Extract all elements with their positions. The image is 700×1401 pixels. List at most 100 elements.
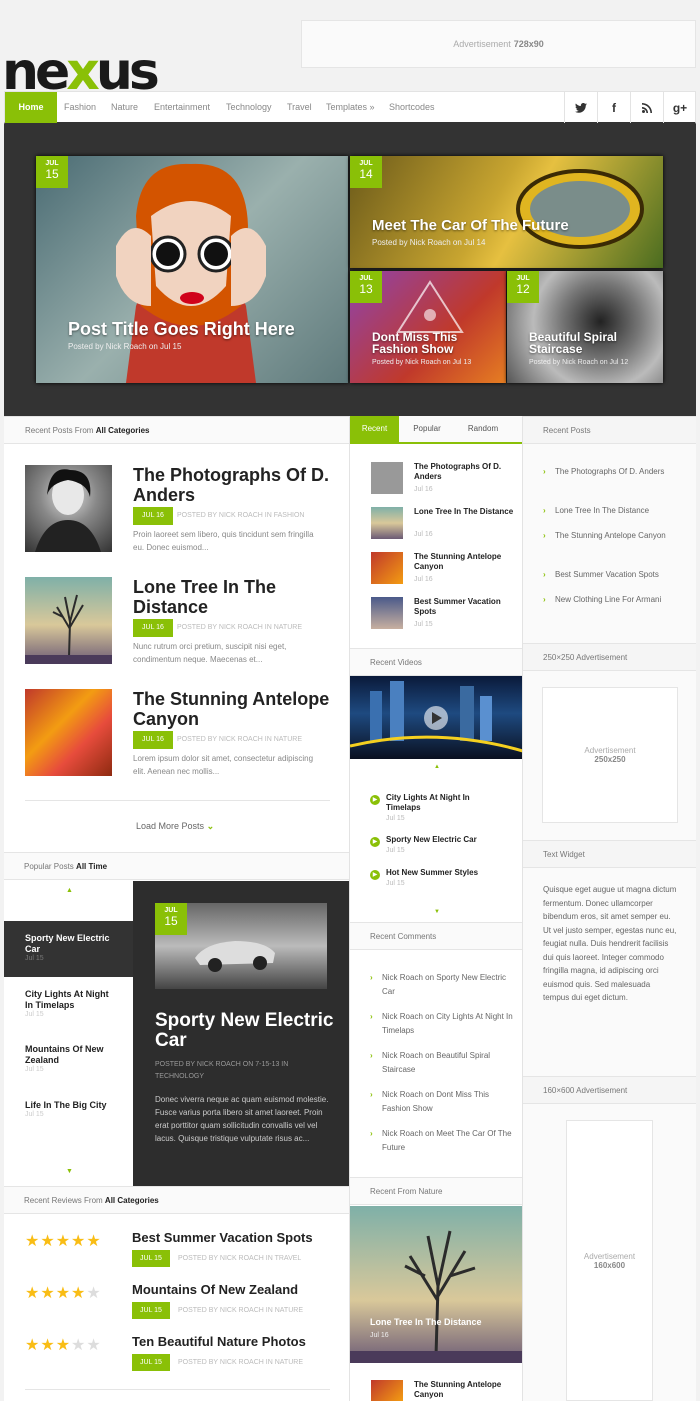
rating-stars: ★★★★★ [25, 1233, 102, 1250]
text-widget-content: Quisque eget augue ut magna dictum ferme… [543, 885, 677, 1002]
google-plus-icon[interactable]: g+ [663, 92, 696, 123]
featured-title[interactable]: Sporty New Electric Car [155, 1011, 335, 1051]
nav-templates[interactable]: Templates » [326, 92, 375, 123]
car-mirror-photo [516, 169, 644, 249]
nature-featured-title[interactable]: Lone Tree In The Distance [370, 1317, 482, 1327]
featured-slider: JUL 15 Post Title Goes Right Here Posted … [4, 124, 696, 416]
nav-travel[interactable]: Travel [287, 92, 312, 123]
nav-entertainment[interactable]: Entertainment [154, 92, 210, 123]
slide-date: JUL 15 [36, 156, 68, 188]
post-byline: POSTED BY NICK ROACH IN NATURE [177, 736, 302, 743]
featured-meta: POSTED BY NICK ROACH ON 7-15-13 IN TECHN… [155, 1061, 289, 1080]
nav-fashion[interactable]: Fashion [64, 92, 96, 123]
popular-item[interactable]: Sporty New Electric Car Jul 15 [25, 933, 115, 962]
site-logo[interactable]: nexus [2, 46, 160, 98]
scroll-up-icon[interactable]: ▲ [434, 764, 440, 770]
post-byline: POSTED BY NICK ROACH IN FASHION [177, 512, 305, 519]
review-title[interactable]: Ten Beautiful Nature Photos [132, 1334, 332, 1349]
popular-item[interactable]: City Lights At Night In Timelaps Jul 15 [25, 989, 115, 1018]
tab-recent[interactable]: Recent [350, 416, 399, 442]
nav-shortcodes[interactable]: Shortcodes [389, 92, 435, 123]
popular-item[interactable]: Mountains Of New Zealand Jul 15 [25, 1044, 115, 1073]
main-navigation: Home Fashion Nature Entertainment Techno… [4, 91, 696, 124]
tab-post[interactable]: Lone Tree In The Distance Jul 16 [371, 507, 513, 543]
slide-meta: Posted by Nick Roach on Jul 13 [372, 359, 472, 366]
post-thumbnail [371, 462, 403, 494]
sidebar-recent-item[interactable]: New Clothing Line For Armani [543, 593, 683, 607]
slide-staircase[interactable]: JUL 12 Beautiful Spiral Staircase Posted … [507, 271, 663, 383]
twitter-icon[interactable] [564, 92, 597, 123]
tab-post[interactable]: The Stunning Antelope Canyon Jul 16 [371, 552, 511, 588]
scroll-up-icon[interactable]: ▲ [66, 887, 73, 894]
nav-technology[interactable]: Technology [226, 92, 272, 123]
post-item: Lone Tree In The Distance JUL 16 POSTED … [25, 577, 330, 667]
post-thumbnail[interactable] [25, 689, 112, 776]
top-advertisement[interactable]: Advertisement 728x90 [301, 20, 696, 68]
slide-meta: Posted by Nick Roach on Jul 12 [529, 359, 629, 366]
comment-item[interactable]: Nick Roach on Sporty New Electric Car [370, 971, 515, 999]
rss-icon[interactable] [630, 92, 663, 123]
nature-featured-date: Jul 16 [370, 1332, 389, 1339]
comment-item[interactable]: Nick Roach on Beautiful Spiral Staircase [370, 1049, 515, 1077]
sidebar: Recent Posts The Photographs Of D. Ander… [522, 416, 696, 1401]
divider [25, 800, 330, 801]
comment-item[interactable]: Nick Roach on Meet The Car Of The Future [370, 1127, 515, 1155]
sidebar-recent-item[interactable]: The Stunning Antelope Canyon [543, 529, 683, 543]
popular-list: ▲ Sporty New Electric Car Jul 15 City Lig… [4, 881, 133, 1186]
slide-title[interactable]: Meet The Car Of The Future [372, 218, 569, 233]
post-title[interactable]: The Stunning Antelope Canyon [133, 689, 333, 729]
comment-item[interactable]: Nick Roach on Dont Miss This Fashion Sho… [370, 1088, 515, 1116]
chevron-down-icon: ⌄ [206, 821, 215, 831]
post-thumbnail[interactable] [25, 577, 112, 664]
featured-excerpt: Donec viverra neque ac quam euismod mole… [155, 1095, 329, 1143]
tab-random[interactable]: Random [458, 416, 508, 442]
slide-title[interactable]: Beautiful Spiral Staircase [529, 331, 639, 355]
nature-post-title[interactable]: The Stunning Antelope Canyon [414, 1380, 514, 1400]
rating-stars: ★★★★★ [25, 1285, 102, 1302]
sidebar-recent-item[interactable]: Best Summer Vacation Spots [543, 568, 683, 582]
tab-popular[interactable]: Popular [402, 416, 452, 442]
post-thumbnail[interactable] [371, 1380, 403, 1401]
post-byline: POSTED BY NICK ROACH IN NATURE [177, 624, 302, 631]
featured-image[interactable]: JUL 15 [155, 903, 327, 989]
post-title[interactable]: The Photographs Of D. Anders [133, 465, 333, 505]
post-excerpt: Proin laoreet sem libero, quis tincidunt… [133, 530, 314, 552]
scroll-down-icon[interactable]: ▼ [434, 909, 440, 915]
slide-car[interactable]: JUL 14 Meet The Car Of The Future Posted … [350, 156, 663, 268]
post-title[interactable]: Lone Tree In The Distance [133, 577, 333, 617]
post-thumbnail[interactable] [25, 465, 112, 552]
nav-nature[interactable]: Nature [111, 92, 138, 123]
nature-featured-image[interactable]: Lone Tree In The Distance Jul 16 [350, 1206, 523, 1363]
ad-250-header: 250×250 Advertisement [523, 643, 696, 671]
sidebar-recent-header: Recent Posts [523, 416, 696, 444]
slide-date: JUL 12 [507, 271, 539, 303]
review-item: Best Summer Vacation Spots JUL 15 POSTED B… [132, 1230, 332, 1267]
tab-post[interactable]: Best Summer Vacation Spots Jul 15 [371, 597, 511, 633]
slide-title[interactable]: Post Title Goes Right Here [68, 320, 295, 338]
divider [25, 1389, 330, 1390]
slide-title[interactable]: Dont Miss This Fashion Show [372, 331, 482, 355]
sidebar-recent-item[interactable]: The Photographs Of D. Anders [543, 465, 683, 479]
facebook-icon[interactable]: f [597, 92, 630, 123]
load-more-button[interactable]: Load More Posts ⌄ [136, 821, 214, 832]
sidebar-recent-item[interactable]: Lone Tree In The Distance [543, 504, 683, 518]
advertisement-160[interactable]: Advertisement 160x600 [566, 1120, 653, 1401]
post-date: JUL 16 [133, 507, 173, 525]
scroll-down-icon[interactable]: ▼ [66, 1168, 73, 1175]
advertisement-250[interactable]: Advertisement 250x250 [542, 687, 678, 823]
text-widget-header: Text Widget [523, 840, 696, 868]
nav-home[interactable]: Home [5, 92, 57, 123]
post-date: JUL 16 [133, 619, 173, 637]
post-excerpt: Lorem ipsum dolor sit amet, consectetur … [133, 754, 314, 776]
recent-comments-header: Recent Comments [350, 922, 522, 950]
review-title[interactable]: Mountains Of New Zealand [132, 1282, 332, 1297]
review-title[interactable]: Best Summer Vacation Spots [132, 1230, 332, 1245]
middle-column: Recent Popular Random The Photographs Of… [349, 416, 524, 1401]
video-thumbnail[interactable] [349, 676, 524, 759]
slide-fashion[interactable]: JUL 13 Dont Miss This Fashion Show Posted… [350, 271, 506, 383]
slide-main[interactable]: JUL 15 Post Title Goes Right Here Posted … [36, 156, 348, 383]
post-tabs: Recent Popular Random [350, 416, 523, 444]
tab-post[interactable]: The Photographs Of D. Anders Jul 16 [371, 462, 511, 498]
popular-item[interactable]: Life In The Big City Jul 15 [25, 1100, 115, 1118]
comment-item[interactable]: Nick Roach on City Lights At Night In Ti… [370, 1010, 515, 1038]
